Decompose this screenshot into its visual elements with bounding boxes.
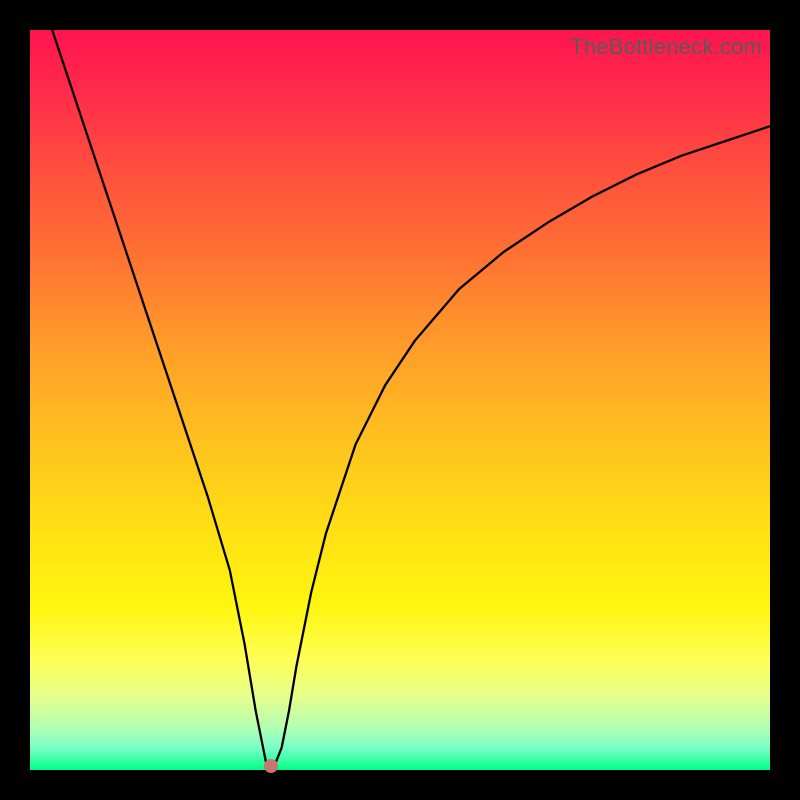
chart-outer-frame: TheBottleneck.com (0, 0, 800, 800)
bottleneck-curve (30, 30, 770, 770)
plot-area: TheBottleneck.com (30, 30, 770, 770)
minimum-marker-dot (264, 759, 278, 773)
